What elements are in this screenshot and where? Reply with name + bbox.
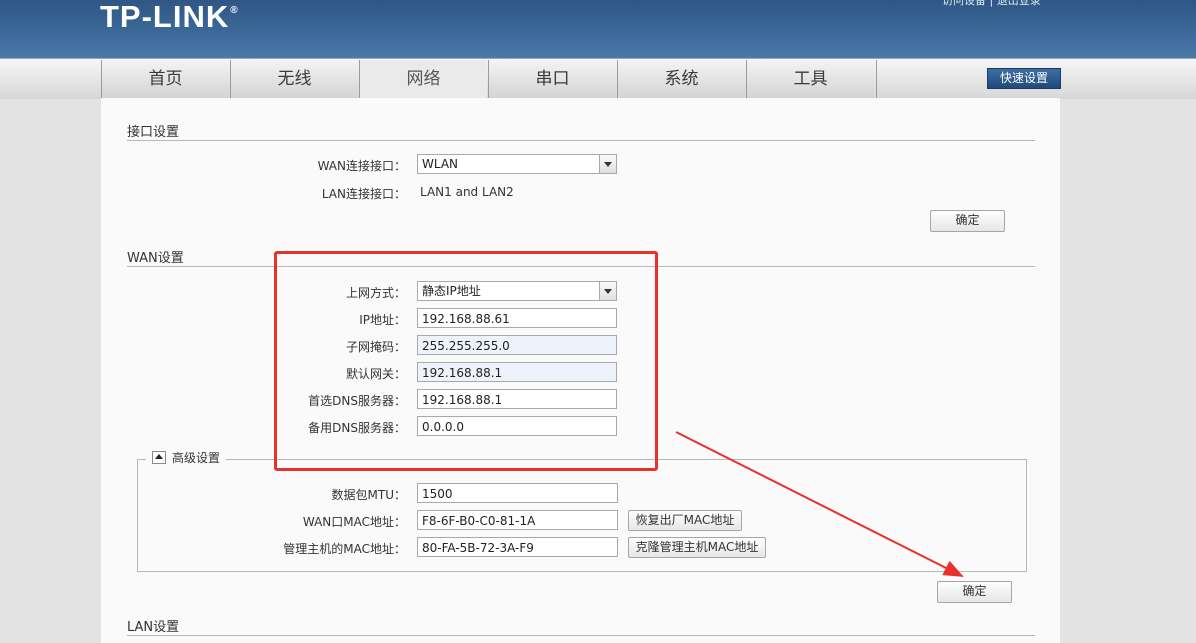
collapse-up-icon[interactable] [152,451,166,464]
lan-interface-label: LAN连接接口： [321,187,406,201]
wan-confirm-button[interactable]: 确定 [937,581,1012,603]
connection-mode-select[interactable]: 静态IP地址 [417,281,617,301]
secondary-dns-label: 备用DNS服务器： [308,421,406,435]
wan-section-title: WAN设置 [127,251,184,266]
tab-system[interactable]: 系统 [617,60,745,99]
ip-address-label: IP地址： [359,313,406,327]
ip-address-input[interactable]: 192.168.88.61 [417,308,617,328]
tp-link-logo[interactable]: TP-LINK® [100,0,238,35]
lan-section-title: LAN设置 [127,620,180,635]
restore-factory-mac-button[interactable]: 恢复出厂MAC地址 [628,510,742,531]
gateway-label: 默认网关： [345,367,406,381]
section-divider [127,635,1035,636]
content-panel: 接口设置 WAN连接接口： WLAN LAN连接接口： LAN1 and LAN… [101,98,1060,643]
clone-host-mac-button[interactable]: 克隆管理主机MAC地址 [628,537,766,558]
nav-divider [876,60,877,99]
primary-dns-label: 首选DNS服务器： [308,394,406,408]
header-top-links[interactable]: 访问设备 | 退出登录 [942,0,1041,8]
wan-mac-input[interactable]: F8-6F-B0-C0-81-1A [417,510,618,530]
tab-home[interactable]: 首页 [101,60,229,99]
subnet-mask-label: 子网掩码： [345,340,406,354]
wan-interface-value: WLAN [422,157,459,171]
tab-network[interactable]: 网络 [359,60,487,99]
registered-mark: ® [230,5,239,16]
gateway-input[interactable]: 192.168.88.1 [417,362,617,382]
header-bar: TP-LINK® 访问设备 | 退出登录 [0,0,1196,58]
section-divider [127,140,1035,141]
logo-text: TP-LINK [100,0,230,34]
tab-tools[interactable]: 工具 [746,60,874,99]
subnet-mask-input[interactable]: 255.255.255.0 [417,335,617,355]
advanced-settings-title: 高级设置 [172,451,221,465]
interface-confirm-button[interactable]: 确定 [930,210,1005,232]
connection-mode-value: 静态IP地址 [422,284,481,298]
wan-mac-label: WAN口MAC地址： [302,515,406,529]
tab-wireless[interactable]: 无线 [230,60,358,99]
mtu-label: 数据包MTU： [331,488,406,502]
mtu-input[interactable]: 1500 [417,483,618,503]
wan-interface-select[interactable]: WLAN [417,154,617,174]
wan-interface-label: WAN连接接口： [317,159,406,173]
secondary-dns-input[interactable]: 0.0.0.0 [417,416,617,436]
primary-dns-input[interactable]: 192.168.88.1 [417,389,617,409]
main-navigation: 首页 无线 网络 串口 系统 工具 快速设置 [0,58,1196,99]
chevron-down-icon[interactable] [599,282,616,300]
quick-setup-button[interactable]: 快速设置 [987,68,1061,89]
host-mac-label: 管理主机的MAC地址： [283,542,406,556]
lan-interface-value: LAN1 and LAN2 [420,185,514,199]
chevron-down-icon[interactable] [599,155,616,173]
connection-mode-label: 上网方式： [345,286,406,300]
interface-section-title: 接口设置 [127,125,180,140]
tab-serial[interactable]: 串口 [488,60,616,99]
host-mac-input[interactable]: 80-FA-5B-72-3A-F9 [417,537,618,557]
section-divider [127,266,1035,267]
advanced-settings-legend[interactable]: 高级设置 [146,450,227,466]
